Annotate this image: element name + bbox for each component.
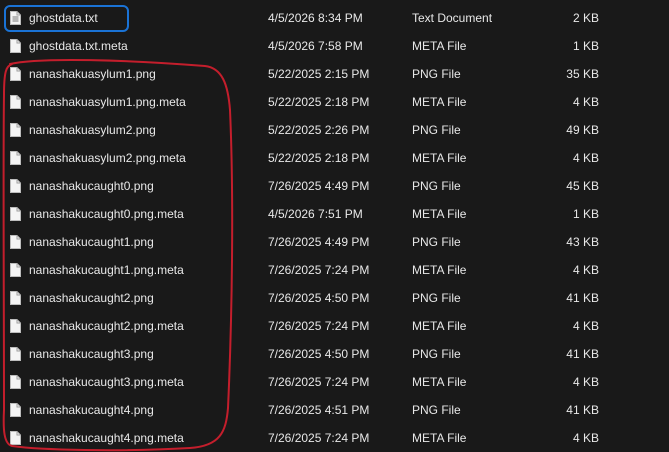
file-size: 35 KB	[566, 67, 599, 81]
file-size: 4 KB	[572, 431, 599, 445]
file-row[interactable]: nanashakucaught3.png.meta 7/26/2025 7:24 …	[0, 368, 669, 396]
file-date-modified: 7/26/2025 4:50 PM	[268, 347, 370, 361]
file-icon	[10, 403, 21, 417]
file-name: nanashakucaught4.png	[29, 403, 154, 417]
file-name: nanashakucaught0.png	[29, 179, 154, 193]
file-icon	[10, 123, 21, 137]
file-size: 2 KB	[572, 11, 599, 25]
file-date-modified: 7/26/2025 7:24 PM	[268, 263, 370, 277]
file-size: 49 KB	[566, 123, 599, 137]
file-row[interactable]: ghostdata.txt.meta 4/5/2026 7:58 PM META F…	[0, 32, 669, 60]
file-icon	[10, 179, 21, 193]
file-date-modified: 7/26/2025 7:24 PM	[268, 431, 370, 445]
file-date-modified: 5/22/2025 2:18 PM	[268, 151, 370, 165]
file-name: nanashakucaught2.png.meta	[29, 319, 184, 333]
file-icon	[10, 347, 21, 361]
file-name: nanashakucaught4.png.meta	[29, 431, 184, 445]
file-date-modified: 7/26/2025 7:24 PM	[268, 319, 370, 333]
file-row[interactable]: nanashakuasylum2.png 5/22/2025 2:26 PM PNG…	[0, 116, 669, 144]
file-icon	[10, 207, 21, 221]
file-name: nanashakuasylum2.png.meta	[29, 151, 186, 165]
file-size: 4 KB	[572, 319, 599, 333]
file-row[interactable]: nanashakuasylum1.png.meta 5/22/2025 2:18 …	[0, 88, 669, 116]
file-row[interactable]: nanashakuasylum1.png 5/22/2025 2:15 PM PNG…	[0, 60, 669, 88]
file-row[interactable]: nanashakuasylum2.png.meta 5/22/2025 2:18 …	[0, 144, 669, 172]
file-size: 41 KB	[566, 347, 599, 361]
file-type: META File	[412, 375, 467, 389]
file-date-modified: 7/26/2025 4:51 PM	[268, 403, 370, 417]
file-size: 4 KB	[572, 95, 599, 109]
file-name: nanashakuasylum1.png.meta	[29, 95, 186, 109]
file-name: ghostdata.txt	[29, 11, 98, 25]
file-icon	[10, 375, 21, 389]
file-date-modified: 5/22/2025 2:26 PM	[268, 123, 370, 137]
file-icon	[10, 263, 21, 277]
file-type: PNG File	[412, 67, 461, 81]
file-name: nanashakucaught1.png.meta	[29, 263, 184, 277]
file-type: Text Document	[412, 11, 493, 25]
file-size: 45 KB	[566, 179, 599, 193]
file-date-modified: 7/26/2025 4:49 PM	[268, 179, 370, 193]
file-name: ghostdata.txt.meta	[29, 39, 128, 53]
file-name: nanashakuasylum1.png	[29, 67, 156, 81]
file-date-modified: 4/5/2026 7:51 PM	[268, 207, 363, 221]
file-type: META File	[412, 95, 467, 109]
file-type: META File	[412, 207, 467, 221]
file-size: 41 KB	[566, 403, 599, 417]
file-name: nanashakuasylum2.png	[29, 123, 156, 137]
file-date-modified: 4/5/2026 7:58 PM	[268, 39, 363, 53]
file-icon	[10, 319, 21, 333]
file-name: nanashakucaught2.png	[29, 291, 154, 305]
file-date-modified: 5/22/2025 2:18 PM	[268, 95, 370, 109]
file-row[interactable]: nanashakucaught0.png 7/26/2025 4:49 PM PNG…	[0, 172, 669, 200]
file-date-modified: 7/26/2025 4:49 PM	[268, 235, 370, 249]
file-icon	[10, 431, 21, 445]
file-type: PNG File	[412, 179, 461, 193]
file-list: ghostdata.txt 4/5/2026 8:34 PM Text Docume…	[0, 4, 669, 452]
file-date-modified: 7/26/2025 4:50 PM	[268, 291, 370, 305]
file-size: 4 KB	[572, 375, 599, 389]
file-type: PNG File	[412, 235, 461, 249]
file-date-modified: 5/22/2025 2:15 PM	[268, 67, 370, 81]
file-row[interactable]: nanashakucaught4.png.meta 7/26/2025 7:24 …	[0, 424, 669, 452]
file-icon	[10, 291, 21, 305]
file-row[interactable]: nanashakucaught3.png 7/26/2025 4:50 PM PNG…	[0, 340, 669, 368]
file-row[interactable]: nanashakucaught1.png.meta 7/26/2025 7:24 …	[0, 256, 669, 284]
file-type: PNG File	[412, 123, 461, 137]
file-type: META File	[412, 263, 467, 277]
file-date-modified: 4/5/2026 8:34 PM	[268, 11, 363, 25]
text-file-icon	[10, 11, 21, 25]
file-icon	[10, 235, 21, 249]
file-type: PNG File	[412, 291, 461, 305]
file-row[interactable]: nanashakucaught4.png 7/26/2025 4:51 PM PNG…	[0, 396, 669, 424]
file-row[interactable]: ghostdata.txt 4/5/2026 8:34 PM Text Docume…	[0, 4, 669, 32]
file-size: 1 KB	[572, 207, 599, 221]
file-type: PNG File	[412, 347, 461, 361]
file-icon	[10, 67, 21, 81]
file-date-modified: 7/26/2025 7:24 PM	[268, 375, 370, 389]
file-name: nanashakucaught3.png	[29, 347, 154, 361]
file-name: nanashakucaught1.png	[29, 235, 154, 249]
file-row[interactable]: nanashakucaught2.png.meta 7/26/2025 7:24 …	[0, 312, 669, 340]
file-icon	[10, 39, 21, 53]
file-size: 4 KB	[572, 263, 599, 277]
file-type: META File	[412, 319, 467, 333]
file-size: 43 KB	[566, 235, 599, 249]
file-size: 41 KB	[566, 291, 599, 305]
file-name: nanashakucaught3.png.meta	[29, 375, 184, 389]
file-icon	[10, 95, 21, 109]
file-row[interactable]: nanashakucaught2.png 7/26/2025 4:50 PM PNG…	[0, 284, 669, 312]
file-size: 4 KB	[572, 151, 599, 165]
file-row[interactable]: nanashakucaught1.png 7/26/2025 4:49 PM PNG…	[0, 228, 669, 256]
file-name: nanashakucaught0.png.meta	[29, 207, 184, 221]
file-icon	[10, 151, 21, 165]
file-type: META File	[412, 431, 467, 445]
file-type: PNG File	[412, 403, 461, 417]
file-row[interactable]: nanashakucaught0.png.meta 4/5/2026 7:51 P…	[0, 200, 669, 228]
file-type: META File	[412, 39, 467, 53]
file-type: META File	[412, 151, 467, 165]
file-size: 1 KB	[572, 39, 599, 53]
